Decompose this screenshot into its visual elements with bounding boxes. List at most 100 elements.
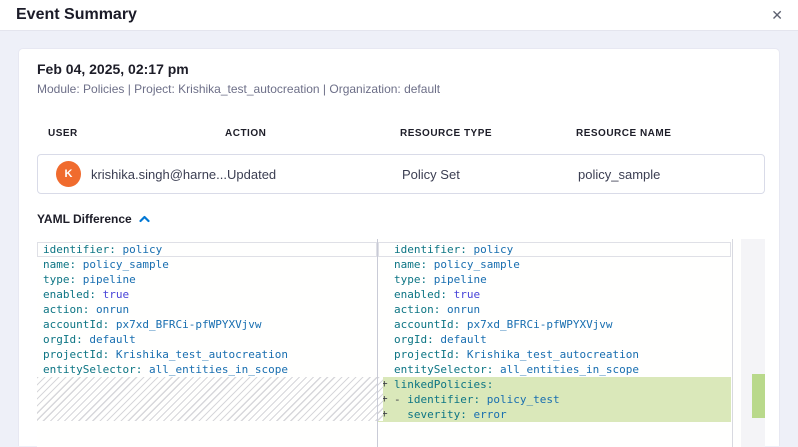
diff-line-original: accountId: px7xd_BFRCi-pfWPYXVjvw (37, 317, 377, 332)
diff-line-original: enabled: true (37, 287, 377, 302)
yaml-value: Krishika_test_autocreation (109, 348, 288, 361)
overview-ruler-added-mark (752, 374, 765, 418)
diff-line-original: action: onrun (37, 302, 377, 317)
yaml-key: orgId: (394, 333, 434, 346)
yaml-key: type: (394, 273, 427, 286)
diff-line-original: type: pipeline (37, 272, 377, 287)
diff-line-modified: entitySelector: all_entities_in_scope (378, 362, 731, 377)
yaml-key: enabled: (43, 288, 96, 301)
yaml-key: identifier: (394, 243, 467, 256)
yaml-list-prefix (394, 408, 407, 421)
yaml-value: policy_sample (76, 258, 169, 271)
diff-code: linkedPolicies: (394, 377, 493, 392)
diff-modified-pane[interactable]: identifier: policyname: policy_sampletyp… (378, 239, 765, 447)
yaml-value: true (96, 288, 129, 301)
resource-name-cell: policy_sample (578, 167, 764, 182)
diff-line-original: orgId: default (37, 332, 377, 347)
yaml-key: orgId: (43, 333, 83, 346)
diff-code: projectId: Krishika_test_autocreation (394, 347, 639, 362)
yaml-value: all_entities_in_scope (493, 363, 639, 376)
close-icon[interactable]: ✕ (771, 6, 783, 24)
diff-code: orgId: default (394, 332, 487, 347)
user-cell: K krishika.singh@harne... (56, 161, 227, 187)
yaml-value: error (467, 408, 507, 421)
diff-gutter (378, 347, 394, 362)
diff-gutter (378, 362, 394, 377)
diff-code: accountId: px7xd_BFRCi-pfWPYXVjvw (394, 317, 613, 332)
yaml-value: all_entities_in_scope (142, 363, 288, 376)
diff-code: entitySelector: all_entities_in_scope (394, 362, 639, 377)
diff-line-modified: name: policy_sample (378, 257, 731, 272)
diff-line-modified: orgId: default (378, 332, 731, 347)
yaml-difference-label: YAML Difference (37, 212, 132, 226)
diff-line-original: name: policy_sample (37, 257, 377, 272)
diff-line-modified: action: onrun (378, 302, 731, 317)
yaml-diff-editor: identifier: policyname: policy_sampletyp… (37, 239, 765, 447)
user-email: krishika.singh@harne... (91, 167, 227, 182)
table-header-row: USER ACTION RESOURCE TYPE RESOURCE NAME (48, 128, 761, 139)
yaml-key: name: (43, 258, 76, 271)
yaml-value: policy (116, 243, 162, 256)
yaml-difference-toggle[interactable]: YAML Difference (37, 212, 150, 226)
diff-content-edge (732, 239, 733, 447)
yaml-key: identifier: (43, 243, 116, 256)
yaml-value: Krishika_test_autocreation (460, 348, 639, 361)
diff-gutter (378, 287, 394, 302)
diff-line-modified: type: pipeline (378, 272, 731, 287)
yaml-key: accountId: (394, 318, 460, 331)
diff-line-added: + severity: error (378, 407, 731, 422)
event-summary-card: Feb 04, 2025, 02:17 pm Module: Policies … (18, 48, 780, 446)
yaml-value: policy_sample (427, 258, 520, 271)
column-header-user: USER (48, 128, 225, 139)
diff-gutter (378, 317, 394, 332)
yaml-key: action: (394, 303, 440, 316)
yaml-key: projectId: (394, 348, 460, 361)
column-header-resource-name: RESOURCE NAME (576, 128, 761, 139)
event-context: Module: Policies | Project: Krishika_tes… (37, 82, 440, 96)
diff-code: enabled: true (394, 287, 480, 302)
diff-code: type: pipeline (394, 272, 487, 287)
diff-original-pane[interactable]: identifier: policyname: policy_sampletyp… (37, 239, 377, 447)
diff-placeholder-hatch (37, 377, 377, 421)
diff-line-added: +- identifier: policy_test (378, 392, 731, 407)
diff-gutter (378, 332, 394, 347)
yaml-key: projectId: (43, 348, 109, 361)
yaml-value: onrun (89, 303, 129, 316)
diff-line-original: identifier: policy (37, 242, 377, 257)
diff-gutter-hatch (378, 377, 383, 421)
diff-code: severity: error (394, 407, 507, 422)
action-cell: Updated (227, 167, 402, 182)
yaml-key: enabled: (394, 288, 447, 301)
diff-gutter (378, 242, 394, 257)
yaml-key: identifier: (407, 393, 480, 406)
yaml-value: onrun (440, 303, 480, 316)
yaml-key: entitySelector: (394, 363, 493, 376)
diff-gutter (378, 302, 394, 317)
diff-line-modified: projectId: Krishika_test_autocreation (378, 347, 731, 362)
diff-gutter (378, 272, 394, 287)
yaml-key: action: (43, 303, 89, 316)
diff-code: name: policy_sample (394, 257, 520, 272)
yaml-list-prefix: - (394, 393, 407, 406)
diff-line-modified: enabled: true (378, 287, 731, 302)
diff-line-original: entitySelector: all_entities_in_scope (37, 362, 377, 377)
yaml-value: pipeline (427, 273, 487, 286)
diff-code: action: onrun (394, 302, 480, 317)
yaml-key: name: (394, 258, 427, 271)
overview-ruler[interactable] (741, 239, 765, 447)
yaml-key: entitySelector: (43, 363, 142, 376)
yaml-value: default (83, 333, 136, 346)
diff-code: - identifier: policy_test (394, 392, 560, 407)
column-header-action: ACTION (225, 128, 400, 139)
page-title: Event Summary (16, 6, 137, 24)
diff-gutter (378, 257, 394, 272)
event-timestamp: Feb 04, 2025, 02:17 pm (37, 61, 189, 77)
yaml-value: px7xd_BFRCi-pfWPYXVjvw (460, 318, 612, 331)
chevron-up-icon (139, 212, 150, 226)
yaml-value: policy (467, 243, 513, 256)
diff-line-modified: accountId: px7xd_BFRCi-pfWPYXVjvw (378, 317, 731, 332)
yaml-key: type: (43, 273, 76, 286)
table-row: K krishika.singh@harne... Updated Policy… (37, 154, 765, 194)
column-header-resource-type: RESOURCE TYPE (400, 128, 576, 139)
yaml-value: true (447, 288, 480, 301)
